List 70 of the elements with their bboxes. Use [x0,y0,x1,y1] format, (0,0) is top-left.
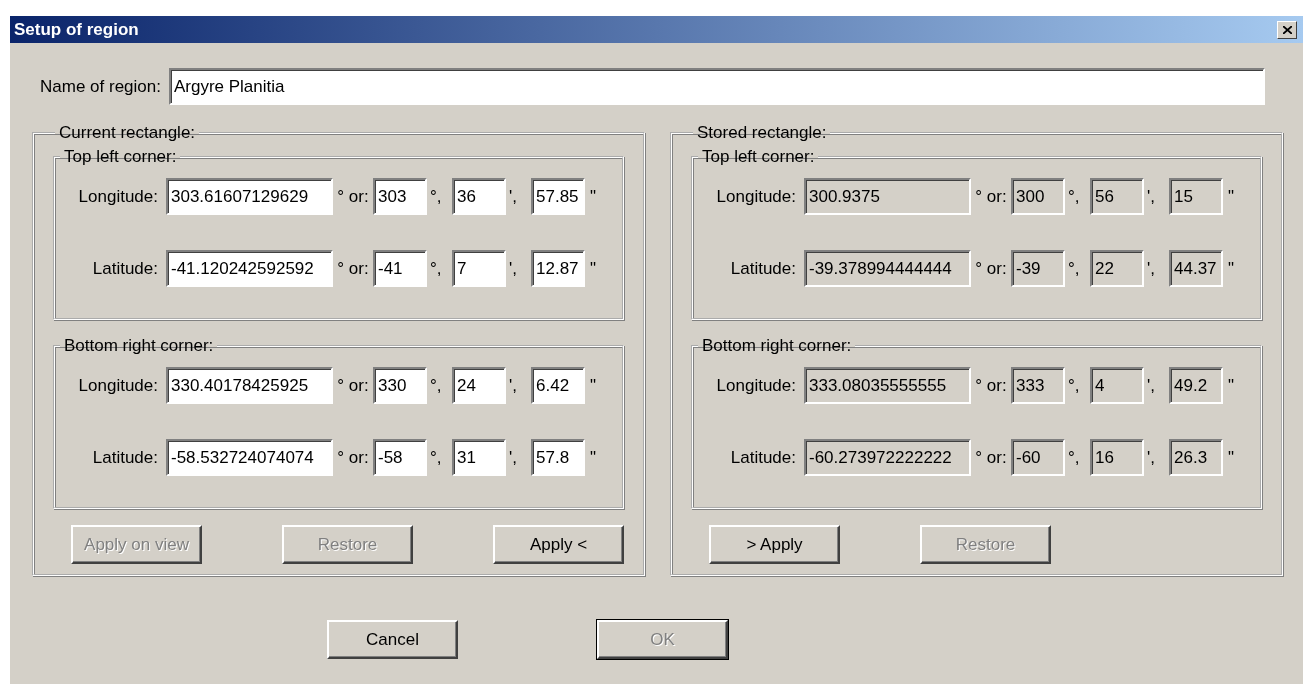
group-title: Current rectangle: [58,123,197,143]
unit-label: ° or: [336,258,370,279]
coordinate-label: Longitude: [77,375,158,396]
panel-button[interactable]: > Apply [709,525,840,564]
unit-label: " [589,258,597,279]
coordinate-label: Longitude: [77,186,158,207]
seconds-field[interactable]: 6.42 [531,367,585,404]
unit-label: ', [508,186,518,207]
unit-label: °, [429,447,443,468]
dialog-button[interactable]: Cancel [327,620,458,659]
decimal-field[interactable]: 303.61607129629 [166,178,333,215]
seconds-field[interactable]: 12.87 [531,250,585,287]
unit-label: ', [1146,375,1156,396]
unit-label: ° or: [336,186,370,207]
unit-label: " [589,375,597,396]
unit-label: ', [508,375,518,396]
unit-label: °, [1067,447,1081,468]
coordinate-label: Longitude: [715,186,796,207]
group-title: Stored rectangle: [696,123,828,143]
minutes-field[interactable]: 31 [452,439,506,476]
decimal-field[interactable]: 330.40178425925 [166,367,333,404]
name-field[interactable]: Argyre Planitia [168,68,1265,105]
unit-label: ° or: [336,375,370,396]
name-label: Name of region: [40,76,161,97]
degrees-field[interactable]: 330 [373,367,427,404]
unit-label: °, [1067,258,1081,279]
unit-label: °, [429,186,443,207]
unit-label: " [1227,186,1235,207]
minutes-field[interactable]: 36 [452,178,506,215]
unit-label: " [1227,258,1235,279]
unit-label: ', [1146,186,1156,207]
coordinate-label: Latitude: [729,447,796,468]
close-button[interactable] [1277,20,1297,39]
close-icon [1282,25,1292,34]
unit-label: " [589,186,597,207]
panel-button[interactable]: Apply < [493,525,624,564]
window-title: Setup of region [14,19,139,40]
minutes-field[interactable]: 24 [452,367,506,404]
coordinate-label: Longitude: [715,375,796,396]
seconds-field[interactable]: 57.8 [531,439,585,476]
unit-label: " [589,447,597,468]
coordinate-label: Latitude: [91,258,158,279]
unit-label: °, [429,375,443,396]
group-title: Top left corner: [701,147,816,167]
unit-label: ', [1146,258,1156,279]
group-title: Bottom right corner: [701,336,853,356]
minutes-field[interactable]: 7 [452,250,506,287]
group-title: Top left corner: [63,147,178,167]
seconds-field[interactable]: 57.85 [531,178,585,215]
unit-label: ° or: [974,447,1008,468]
unit-label: ° or: [974,375,1008,396]
decimal-field[interactable]: -41.120242592592 [166,250,333,287]
unit-label: °, [1067,375,1081,396]
unit-label: ', [1146,447,1156,468]
unit-label: ° or: [974,258,1008,279]
decimal-field[interactable]: -58.532724074074 [166,439,333,476]
unit-label: " [1227,375,1235,396]
coordinate-label: Latitude: [91,447,158,468]
unit-label: ', [508,258,518,279]
unit-label: ° or: [336,447,370,468]
coordinate-label: Latitude: [729,258,796,279]
degrees-field[interactable]: -58 [373,439,427,476]
unit-label: ', [508,447,518,468]
unit-label: °, [429,258,443,279]
degrees-field[interactable]: -41 [373,250,427,287]
degrees-field[interactable]: 303 [373,178,427,215]
unit-label: " [1227,447,1235,468]
unit-label: ° or: [974,186,1008,207]
unit-label: °, [1067,186,1081,207]
group-title: Bottom right corner: [63,336,215,356]
